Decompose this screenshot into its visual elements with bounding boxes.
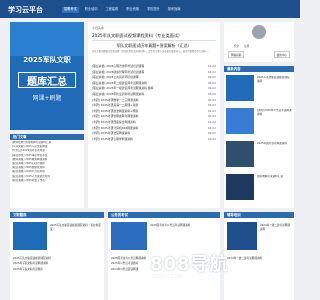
- auth-links: 登录 注册: [234, 44, 284, 48]
- item-title[interactable]: 2024年一建二建考试网课资料: [260, 224, 292, 232]
- nav-item-4[interactable]: 学历提升: [145, 7, 162, 13]
- thumbnail-image[interactable]: [111, 222, 147, 250]
- column-title: 公务员考试: [108, 212, 220, 218]
- thumbnail-image[interactable]: [226, 141, 254, 167]
- submit-post-button[interactable]: 网站投稿: [228, 51, 245, 58]
- list-item[interactable]: [考研] 2025考研心理学网课资料 02-02: [92, 137, 216, 143]
- column-title: 辅导培训: [224, 212, 294, 218]
- nav-item-5[interactable]: 报考指南: [166, 7, 183, 13]
- bottom-column-3: 辅导培训 2024年一建二建考试网课资料 2024年一建二建考试网课资料: [224, 212, 294, 300]
- watermark-url: 808DH.COM: [152, 274, 183, 280]
- headline-label: 今日头条: [92, 26, 105, 30]
- login-link[interactable]: 登录: [234, 45, 239, 48]
- nav-item-1[interactable]: 职业培训: [83, 7, 100, 13]
- headline-subtitle[interactable]: 军队文职面试历年真题+答案解析（汇总）: [92, 43, 216, 49]
- thumbnail-image[interactable]: [226, 174, 254, 200]
- hero-stripe: [10, 22, 84, 56]
- list-item[interactable]: 2025年军队文职考试题库: [13, 267, 101, 272]
- divider: [92, 40, 216, 41]
- list-item[interactable]: 2025年国考省考网课资料: [226, 140, 292, 168]
- thumbnail-image[interactable]: [226, 75, 254, 101]
- hero-tagline: 网课+刷题: [32, 95, 62, 102]
- nav-item-3[interactable]: 职业资格: [124, 7, 141, 13]
- item-title[interactable]: 国家电网考试资料汇总: [257, 175, 292, 199]
- headline-article: 今日头条 2025军队文职面试视频课程资料（专业类面试） 军队文职面试历年真题+…: [88, 22, 220, 208]
- hero-banner[interactable]: 2025军队文职 题库汇总 网课+刷题: [10, 22, 84, 130]
- register-link[interactable]: 注册: [244, 45, 249, 48]
- list-item[interactable]: 国家电网考试资料汇总: [226, 173, 292, 201]
- latest-content-title: 最新内容: [224, 66, 294, 72]
- my-center-button[interactable]: 我的中心: [273, 51, 290, 58]
- column-list: 2025军队文职面试视频课程资料 2025年军队文职考试网课资料 2025年军队…: [13, 256, 101, 272]
- headline-title[interactable]: 2025军队文职面试视频课程资料（专业类面试）: [92, 33, 216, 39]
- site-logo[interactable]: 学习云平台: [8, 5, 43, 15]
- column-list: 2024年一建二建考试网课资料: [227, 256, 291, 261]
- main-nav: 招聘考试 职业培训 工程建筑 职业资格 学历提升 报考指南: [62, 7, 183, 13]
- thumbnail-image[interactable]: [13, 222, 47, 250]
- item-date: 02-02: [207, 136, 216, 141]
- item-title[interactable]: 2025国考省考公务员考试网课资料: [150, 224, 216, 228]
- nav-item-2[interactable]: 工程建筑: [104, 7, 121, 13]
- user-actions: 网站投稿 我的中心: [228, 51, 290, 58]
- watermark-logo: 808导航: [150, 254, 229, 275]
- article-list: [职业资格] 2025心理咨询师考试培训课程 02-02 [职业资格] 2025健…: [92, 64, 216, 142]
- thumbnail-image[interactable]: [227, 222, 257, 250]
- hot-articles-list: [教师招聘] 国家电网考试资料汇总 [军队文职] 2025军队文职网课 [公务员…: [10, 140, 84, 184]
- nav-item-0[interactable]: 招聘考试: [62, 7, 79, 13]
- list-item[interactable]: [调剂]2025年公务员考试网课资料: [226, 107, 292, 135]
- hero-subtitle: 题库汇总: [27, 77, 67, 88]
- column-title: 文职题库: [10, 212, 104, 218]
- latest-content-panel: 最新内容 2025军队文职面试视频课程资料 [调剂]2025年公务员考试网课资料…: [224, 66, 294, 208]
- item-title[interactable]: 2025年国考省考网课资料: [257, 142, 292, 166]
- user-panel: 登录 注册 网站投稿 我的中心: [224, 22, 294, 62]
- item-title[interactable]: [调剂]2025年公务员考试网课资料: [257, 109, 292, 133]
- item-title[interactable]: [考研] 2025考研心理学网课资料: [92, 137, 202, 143]
- list-item[interactable]: [职业资格] 2025社会工作者: [12, 179, 82, 183]
- headline-description: 军队文职招聘面试是指招聘（含部队院校及科研机构），是军队文职人员选拔的重要环节，…: [92, 50, 211, 53]
- avatar[interactable]: [252, 25, 266, 39]
- list-item[interactable]: 2025军队文职面试视频课程资料: [226, 74, 292, 102]
- hero-title: 2025军队文职: [23, 56, 71, 64]
- list-item[interactable]: 2024年一建二建考试网课资料: [227, 256, 291, 261]
- hot-articles-panel: 热门文章 [教师招聘] 国家电网考试资料汇总 [军队文职] 2025军队文职网课…: [10, 134, 84, 208]
- thumbnail-image[interactable]: [226, 108, 254, 134]
- item-title[interactable]: 2025军队文职面试视频课程资料: [257, 76, 292, 100]
- bottom-column-1: 文职题库 2025军队文职面试视频课程资料（专业类面试） 2025军队文职面试视…: [10, 212, 104, 300]
- item-title[interactable]: 2025军队文职面试视频课程资料（专业类面试）: [50, 224, 102, 232]
